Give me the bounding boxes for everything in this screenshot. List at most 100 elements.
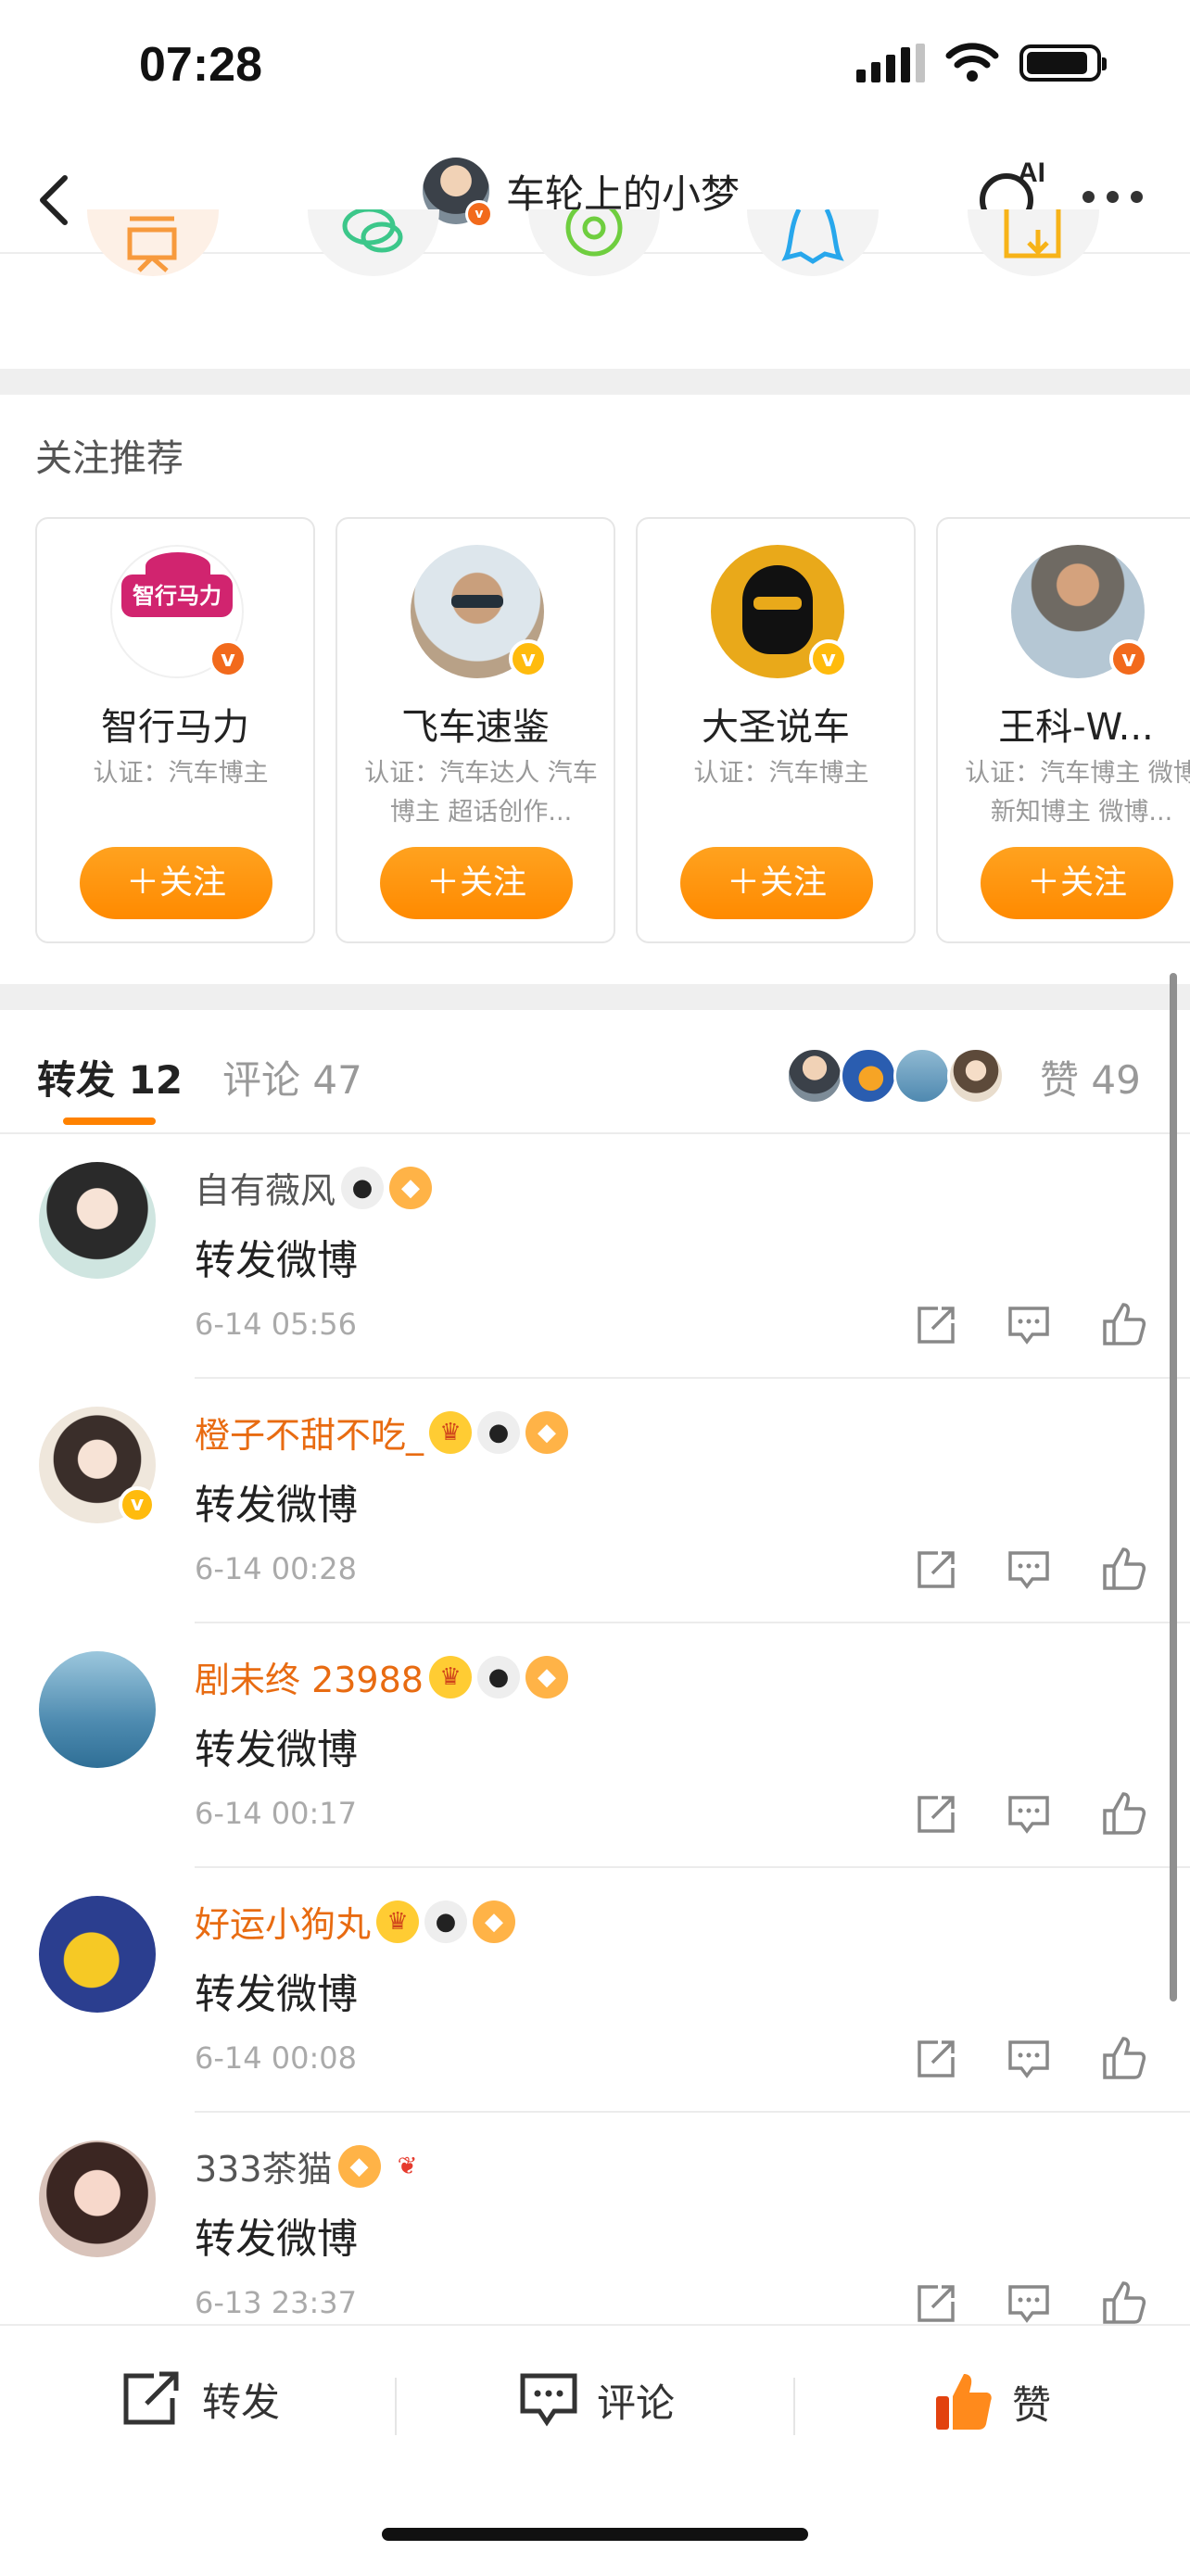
user-name[interactable]: 剧未终 23988 ♛ ● ◆ (195, 1651, 568, 1702)
ribbon-badge-icon: ❦ (386, 2144, 429, 2188)
like-action-icon[interactable] (1097, 1788, 1149, 1840)
repost-time: 6-14 00:28 (195, 1551, 358, 1586)
qq-icon (781, 209, 844, 264)
bottom-comment-button[interactable]: 评论 (517, 2370, 675, 2430)
recommend-card[interactable]: v 王科-W... 认证：汽车博主 微博新知博主 微博... ＋关注 (936, 517, 1190, 943)
like-action-icon[interactable] (1097, 2033, 1149, 2085)
repost-action-icon[interactable] (910, 2278, 962, 2324)
save-image-icon (1004, 209, 1061, 259)
user-name-text: 好运小狗丸 (195, 1904, 372, 1945)
ai-label: AI (1018, 158, 1045, 188)
like-action-icon[interactable] (1097, 1544, 1149, 1596)
like-icon (936, 2374, 992, 2430)
cellular-signal-icon (856, 44, 925, 82)
liker-avatar (786, 1047, 843, 1105)
interaction-tabs: 转发 12 评论 47 赞 49 (0, 1010, 1190, 1132)
bottom-like-button[interactable]: 赞 (932, 2370, 1051, 2433)
user-name-text: 剧未终 23988 (195, 1660, 424, 1700)
comment-action-icon[interactable] (1003, 1788, 1055, 1840)
list-item[interactable]: 剧未终 23988 ♛ ● ◆ 转发微博 6-14 00:17 (0, 1623, 1190, 1868)
wechat-icon (342, 209, 403, 253)
tab-like[interactable]: 赞 49 (1040, 1049, 1141, 1105)
follow-button[interactable]: ＋关注 (380, 847, 573, 919)
repost-action-icon[interactable] (910, 1299, 962, 1351)
user-name[interactable]: 好运小狗丸 ♛ ● ◆ (195, 1896, 516, 1947)
crown-badge-icon: ♛ (429, 1410, 473, 1454)
user-name[interactable]: 橙子不甜不吃_ ♛ ● ◆ (195, 1407, 569, 1458)
recommend-card[interactable]: v 大圣说车 认证：汽车博主 ＋关注 (636, 517, 916, 943)
user-avatar[interactable] (39, 1651, 156, 1768)
like-action-icon[interactable] (1097, 1299, 1149, 1351)
member-icon (127, 216, 177, 272)
save-image-shortcut[interactable] (968, 209, 1099, 332)
back-button[interactable] (24, 167, 89, 234)
active-tab-indicator (63, 1118, 156, 1125)
repost-text: 转发微博 (195, 1482, 358, 1529)
bottom-repost-button[interactable]: 转发 (120, 2370, 280, 2428)
qq-shortcut[interactable] (747, 209, 879, 332)
battery-icon (1019, 44, 1107, 82)
liker-avatar (840, 1047, 897, 1105)
verified-badge: v (809, 639, 848, 678)
home-indicator[interactable] (382, 2528, 808, 2541)
user-name[interactable]: 自有薇风 ● ◆ (195, 1162, 433, 1213)
list-item[interactable]: 自有薇风 ● ◆ 转发微博 6-14 05:56 (0, 1134, 1190, 1379)
card-name: 飞车速鉴 (401, 706, 550, 749)
liker-avatars[interactable] (786, 1047, 1005, 1105)
list-item[interactable]: 好运小狗丸 ♛ ● ◆ 转发微博 6-14 00:08 (0, 1868, 1190, 2113)
user-avatar[interactable] (39, 1162, 156, 1279)
panda-badge-icon: ● (476, 1655, 520, 1698)
repost-icon (123, 2371, 179, 2425)
user-name-text: 自有薇风 (195, 1170, 336, 1211)
repost-time: 6-14 00:17 (195, 1796, 358, 1831)
avatar-logo-text: 智行马力 (121, 575, 233, 617)
comment-icon (520, 2373, 577, 2427)
member-shortcut[interactable] (87, 209, 219, 332)
repost-text: 转发微博 (195, 1726, 358, 1774)
user-avatar[interactable] (39, 1896, 156, 2013)
repost-action-icon[interactable] (910, 1544, 962, 1596)
repost-time: 6-14 05:56 (195, 1307, 358, 1342)
verified-badge: v (209, 639, 247, 678)
comment-action-icon[interactable] (1003, 1299, 1055, 1351)
fish-badge-icon: ◆ (389, 1166, 433, 1209)
repost-action-icon[interactable] (910, 1788, 962, 1840)
follow-button[interactable]: ＋关注 (981, 847, 1173, 919)
comment-action-icon[interactable] (1003, 2033, 1055, 2085)
list-item[interactable]: v 橙子不甜不吃_ ♛ ● ◆ 转发微博 6-14 00:28 (0, 1379, 1190, 1623)
user-name-text: 橙子不甜不吃_ (195, 1415, 424, 1456)
repost-time: 6-13 23:37 (195, 2285, 358, 2320)
user-avatar[interactable] (39, 2140, 156, 2257)
scrollbar[interactable] (1170, 973, 1177, 2001)
follow-button[interactable]: ＋关注 (680, 847, 873, 919)
recommend-title: 关注推荐 (35, 437, 184, 480)
moments-shortcut[interactable] (528, 209, 660, 332)
liker-avatar (893, 1047, 951, 1105)
wechat-shortcut[interactable] (308, 209, 439, 332)
fish-badge-icon: ◆ (525, 1655, 568, 1698)
comment-action-icon[interactable] (1003, 2278, 1055, 2324)
verified-badge: v (509, 639, 548, 678)
card-name: 王科-W... (998, 706, 1154, 749)
follow-button[interactable]: ＋关注 (80, 847, 272, 919)
repost-text: 转发微博 (195, 2216, 358, 2263)
fish-badge-icon: ◆ (337, 2144, 381, 2188)
card-desc: 认证：汽车博主 微博新知博主 微博... (965, 759, 1190, 827)
user-name-text: 333茶猫 (195, 2149, 333, 2190)
moments-icon (565, 209, 623, 257)
comment-action-icon[interactable] (1003, 1544, 1055, 1596)
repost-text: 转发微博 (195, 1971, 358, 2018)
recommend-card[interactable]: v 飞车速鉴 认证：汽车达人 汽车博主 超话创作... ＋关注 (335, 517, 615, 943)
tab-comment[interactable]: 评论 47 (222, 1049, 362, 1105)
list-item[interactable]: 333茶猫 ◆ ❦ 转发微博 6-13 23:37 (0, 2113, 1190, 2324)
tab-repost[interactable]: 转发 12 (37, 1049, 183, 1105)
panda-badge-icon: ● (341, 1166, 385, 1209)
recommend-card[interactable]: 智行马力 v 智行马力 认证：汽车博主 ＋关注 (35, 517, 315, 943)
like-action-icon[interactable] (1097, 2278, 1149, 2324)
user-name[interactable]: 333茶猫 ◆ ❦ (195, 2140, 429, 2191)
divider (793, 2378, 795, 2435)
bottom-comment-label: 评论 (597, 2380, 676, 2426)
panda-badge-icon: ● (424, 1900, 468, 1943)
repost-action-icon[interactable] (910, 2033, 962, 2085)
crown-badge-icon: ♛ (376, 1900, 420, 1943)
